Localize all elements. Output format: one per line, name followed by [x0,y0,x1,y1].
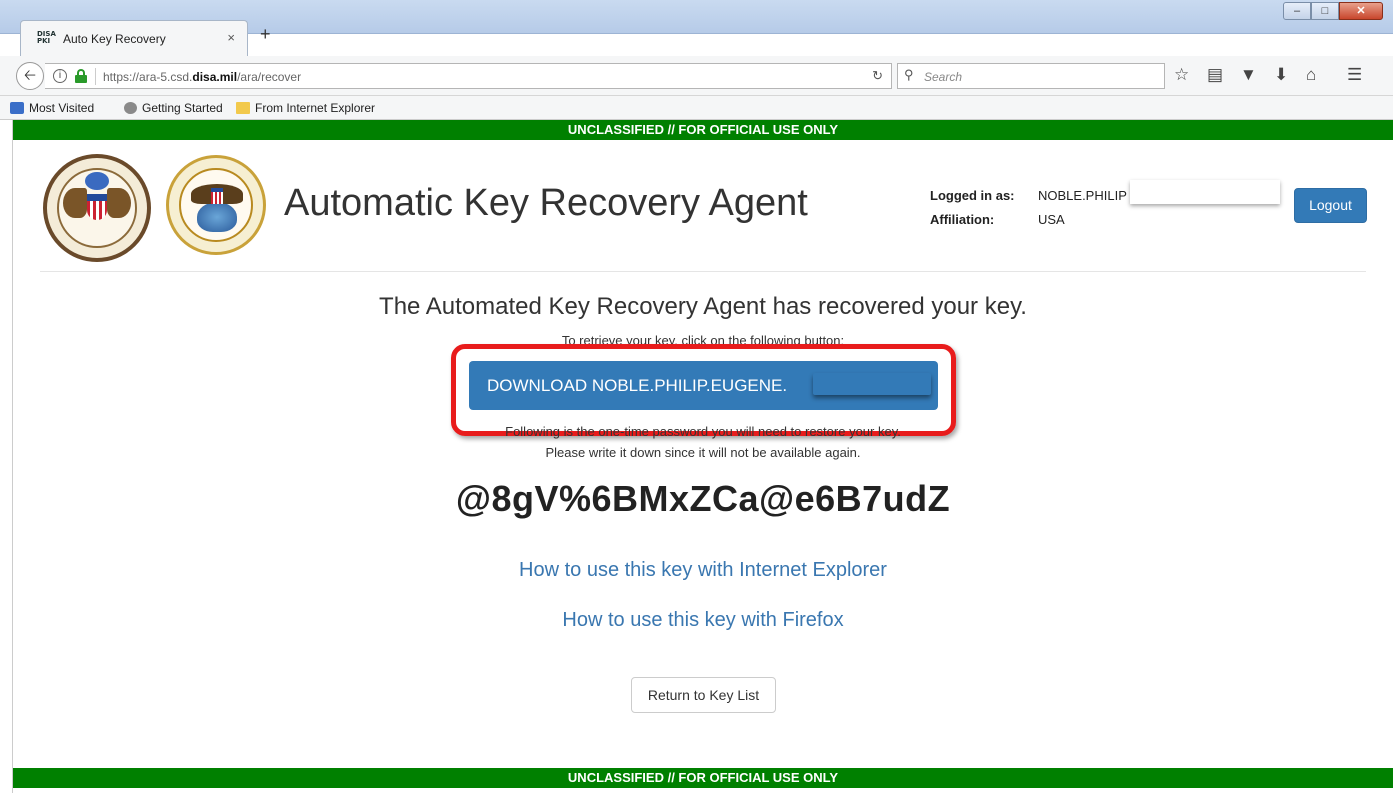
pocket-icon[interactable]: ▼ [1240,66,1257,84]
window-controls: – □ ✕ [1283,2,1383,20]
great-seal-logo [43,154,151,262]
affiliation-value: USA [1038,212,1065,227]
recovery-headline: The Automated Key Recovery Agent has rec… [379,293,1027,320]
header-divider [40,271,1366,272]
logged-in-value: NOBLE.PHILIP [1038,188,1127,203]
classification-banner-top: UNCLASSIFIED // FOR OFFICIAL USE ONLY [13,120,1393,140]
back-button[interactable]: 🡠 [16,62,44,90]
address-bar[interactable]: i https://ara-5.csd.disa.mil/ara/recover… [45,63,892,89]
browser-tab[interactable]: DISA PKI Auto Key Recovery × [20,20,248,56]
close-window-button[interactable]: ✕ [1339,2,1383,20]
otp-instruction-2: Please write it down since it will not b… [545,445,861,460]
minimize-button[interactable]: – [1283,2,1311,20]
bookmark-star-icon[interactable]: ☆ [1174,66,1189,84]
search-icon: ⚲ [904,67,914,82]
disa-seal-logo [166,155,266,255]
most-visited-icon [10,102,24,114]
disa-favicon-icon: DISA PKI [37,30,56,45]
highlight-annotation [451,344,956,436]
navigation-toolbar: 🡠 i https://ara-5.csd.disa.mil/ara/recov… [0,56,1393,96]
affiliation-label: Affiliation: [930,212,995,227]
logged-in-label: Logged in as: [930,188,1015,203]
globe-icon [124,102,137,114]
search-placeholder: Search [924,70,963,84]
redaction-username [1130,180,1280,204]
bookmarks-toolbar: Most Visited Getting Started From Intern… [0,96,1393,120]
maximize-button[interactable]: □ [1311,2,1339,20]
lock-icon[interactable] [75,69,87,83]
menu-icon[interactable]: ☰ [1347,66,1362,84]
page-title: Automatic Key Recovery Agent [284,182,808,224]
one-time-password: @8gV%6BMxZCa@e6B7udZ [455,478,951,519]
logout-button[interactable]: Logout [1294,188,1367,223]
url-text: https://ara-5.csd.disa.mil/ara/recover [103,70,302,84]
home-icon[interactable]: ⌂ [1306,66,1316,84]
url-divider [95,68,96,85]
reader-list-icon[interactable]: ▤ [1207,66,1223,84]
bookmark-getting-started[interactable]: Getting Started [124,101,223,115]
link-internet-explorer[interactable]: How to use this key with Internet Explor… [0,559,1393,582]
folder-icon [236,102,250,114]
tab-close-icon[interactable]: × [227,30,235,45]
search-input[interactable]: ⚲ Search [897,63,1165,89]
download-arrow-icon[interactable]: ⬇ [1274,66,1288,84]
bookmark-from-ie[interactable]: From Internet Explorer [236,101,375,115]
info-icon[interactable]: i [53,69,67,83]
link-firefox[interactable]: How to use this key with Firefox [0,609,1393,632]
return-to-key-list-button[interactable]: Return to Key List [631,677,776,713]
classification-banner-bottom: UNCLASSIFIED // FOR OFFICIAL USE ONLY [13,768,1393,788]
bookmark-most-visited[interactable]: Most Visited [10,101,94,115]
reload-icon[interactable]: ↻ [872,68,883,84]
tab-title: Auto Key Recovery [63,32,166,46]
new-tab-button[interactable]: + [260,24,271,45]
otp-instruction-1: Following is the one-time password you w… [505,424,901,439]
